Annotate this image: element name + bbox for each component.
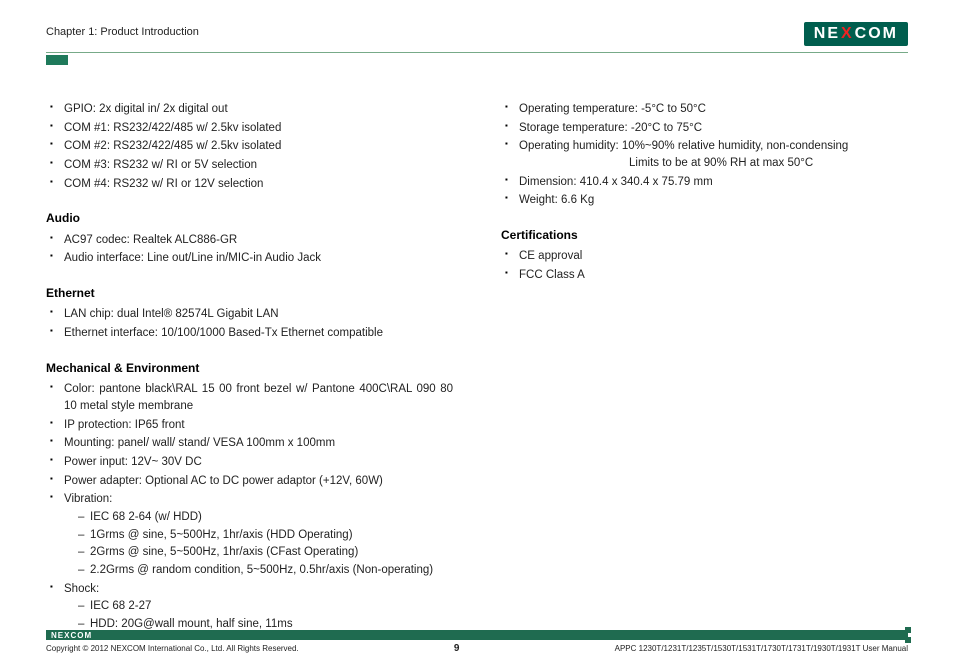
spec-item: Ethernet interface: 10/100/1000 Based-Tx… xyxy=(50,325,453,342)
spec-item: Operating temperature: -5°C to 50°C xyxy=(505,101,908,118)
spec-subitem: IEC 68 2-64 (w/ HDD) xyxy=(78,509,453,526)
right-column: Operating temperature: -5°C to 50°C Stor… xyxy=(501,101,908,635)
footer-row: Copyright © 2012 NEXCOM International Co… xyxy=(46,643,908,654)
spec-item: Mounting: panel/ wall/ stand/ VESA 100mm… xyxy=(50,435,453,452)
mechanical-list: Color: pantone black\RAL 15 00 front bez… xyxy=(46,381,453,632)
spec-item: COM #3: RS232 w/ RI or 5V selection xyxy=(50,157,453,174)
spec-item: IP protection: IP65 front xyxy=(50,417,453,434)
logo-part-right: COM xyxy=(855,25,898,43)
section-title-ethernet: Ethernet xyxy=(46,285,453,302)
spec-item: Weight: 6.6 Kg xyxy=(505,192,908,209)
spec-subitem: 2Grms @ sine, 5~500Hz, 1hr/axis (CFast O… xyxy=(78,544,453,561)
spec-item: LAN chip: dual Intel® 82574L Gigabit LAN xyxy=(50,306,453,323)
vibration-label: Vibration: xyxy=(64,493,112,505)
manual-reference: APPC 1230T/1231T/1235T/1530T/1531T/1730T… xyxy=(615,644,908,653)
spec-item: Color: pantone black\RAL 15 00 front bez… xyxy=(50,381,453,414)
accent-block xyxy=(46,55,68,65)
section-title-certifications: Certifications xyxy=(501,227,908,244)
ethernet-list: LAN chip: dual Intel® 82574L Gigabit LAN… xyxy=(46,306,453,341)
spec-item: COM #4: RS232 w/ RI or 12V selection xyxy=(50,176,453,193)
section-title-audio: Audio xyxy=(46,210,453,227)
spec-item: COM #2: RS232/422/485 w/ 2.5kv isolated xyxy=(50,138,453,155)
copyright-text: Copyright © 2012 NEXCOM International Co… xyxy=(46,644,299,653)
footer-logo: NEXCOM xyxy=(49,631,92,640)
spec-item: Storage temperature: -20°C to 75°C xyxy=(505,120,908,137)
audio-list: AC97 codec: Realtek ALC886-GR Audio inte… xyxy=(46,232,453,267)
spec-item: Power adapter: Optional AC to DC power a… xyxy=(50,473,453,490)
spec-item: Power input: 12V~ 30V DC xyxy=(50,454,453,471)
vibration-sublist: IEC 68 2-64 (w/ HDD) 1Grms @ sine, 5~500… xyxy=(64,509,453,579)
spec-item: GPIO: 2x digital in/ 2x digital out xyxy=(50,101,453,118)
gpio-com-list: GPIO: 2x digital in/ 2x digital out COM … xyxy=(46,101,453,192)
spec-item: Audio interface: Line out/Line in/MIC-in… xyxy=(50,250,453,267)
spec-item: COM #1: RS232/422/485 w/ 2.5kv isolated xyxy=(50,120,453,137)
page-header: Chapter 1: Product Introduction NEXCOM xyxy=(46,22,908,46)
logo-part-x: X xyxy=(841,25,854,43)
spec-subitem: 1Grms @ sine, 5~500Hz, 1hr/axis (HDD Ope… xyxy=(78,527,453,544)
page-number: 9 xyxy=(454,643,460,654)
spec-subitem: 2.2Grms @ random condition, 5~500Hz, 0.5… xyxy=(78,562,453,579)
spec-item: Operating humidity: 10%~90% relative hum… xyxy=(505,138,908,171)
spec-item-shock: Shock: IEC 68 2-27 HDD: 20G@wall mount, … xyxy=(50,581,453,633)
chapter-title: Chapter 1: Product Introduction xyxy=(46,22,199,38)
logo-part-left: NE xyxy=(814,25,840,43)
left-column: GPIO: 2x digital in/ 2x digital out COM … xyxy=(46,101,453,635)
humidity-note: Limits to be at 90% RH at max 50°C xyxy=(519,155,908,172)
spec-item: CE approval xyxy=(505,248,908,265)
brand-logo: NEXCOM xyxy=(804,22,908,46)
spec-item: AC97 codec: Realtek ALC886-GR xyxy=(50,232,453,249)
content-columns: GPIO: 2x digital in/ 2x digital out COM … xyxy=(46,101,908,635)
spec-subitem: IEC 68 2-27 xyxy=(78,598,453,615)
footer-bar: NEXCOM xyxy=(46,630,908,640)
shock-sublist: IEC 68 2-27 HDD: 20G@wall mount, half si… xyxy=(64,598,453,632)
shock-label: Shock: xyxy=(64,583,99,595)
section-title-mechanical: Mechanical & Environment xyxy=(46,360,453,377)
certifications-list: CE approval FCC Class A xyxy=(501,248,908,283)
spec-item: FCC Class A xyxy=(505,267,908,284)
env-list: Operating temperature: -5°C to 50°C Stor… xyxy=(501,101,908,209)
humidity-line: Operating humidity: 10%~90% relative hum… xyxy=(519,140,848,152)
spec-item: Dimension: 410.4 x 340.4 x 75.79 mm xyxy=(505,174,908,191)
header-divider xyxy=(46,52,908,53)
page: Chapter 1: Product Introduction NEXCOM G… xyxy=(0,0,954,672)
spec-item-vibration: Vibration: IEC 68 2-64 (w/ HDD) 1Grms @ … xyxy=(50,491,453,578)
page-footer: NEXCOM Copyright © 2012 NEXCOM Internati… xyxy=(46,630,908,654)
